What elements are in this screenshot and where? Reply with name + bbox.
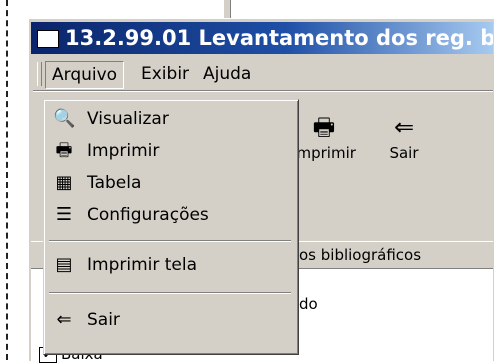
menu-item-label: Configurações [87, 205, 209, 225]
menu-exibir-label: Exibir [141, 64, 190, 84]
window-title: 13.2.99.01 Levantamento dos reg. bibl [65, 26, 493, 50]
menu-separator [49, 240, 291, 242]
menu-item-imprimir-tela[interactable]: ▤ Imprimir tela [47, 250, 293, 280]
menubar-separator [33, 90, 493, 92]
top-background-strip [28, 0, 494, 18]
menu-item-visualizar[interactable]: 🔍 Visualizar [47, 104, 293, 134]
menu-item-tabela[interactable]: ▦ Tabela [47, 168, 293, 198]
menu-ajuda-label: Ajuda [203, 64, 252, 84]
menu-arquivo-label: Arquivo [52, 65, 118, 85]
print-screen-icon: ▤ [55, 254, 73, 275]
menu-item-label: Tabela [87, 173, 142, 193]
column-header[interactable]: os bibliográficos [299, 242, 421, 268]
exit-icon: ⇐ [393, 113, 415, 141]
menu-exibir[interactable]: Exibir [135, 61, 195, 87]
menu-item-configuracoes[interactable]: ☰ Configurações [47, 200, 293, 230]
menu-ajuda[interactable]: Ajuda [197, 61, 257, 87]
menu-separator [49, 292, 291, 294]
menu-item-label: Imprimir tela [87, 255, 198, 275]
menu-arquivo[interactable]: Arquivo [45, 61, 125, 89]
printer-icon: 🖶 [312, 113, 336, 141]
toolbar-print-label: Imprimir [292, 144, 356, 162]
window-titlebar[interactable]: 13.2.99.01 Levantamento dos reg. bibl [31, 22, 493, 54]
list-cell: do [299, 295, 318, 313]
menubar-handle[interactable] [37, 62, 42, 86]
menu-item-label: Sair [87, 310, 120, 330]
dashed-border [6, 0, 8, 360]
background-window-edge [0, 0, 28, 360]
splitter-grip[interactable] [224, 0, 231, 18]
menu-item-label: Imprimir [87, 141, 160, 161]
toolbar-print-button[interactable]: 🖶 Imprimir [289, 114, 359, 162]
table-icon: ▦ [55, 172, 73, 193]
menu-bar: Arquivo Exibir Ajuda [31, 59, 493, 92]
exit-icon: ⇐ [56, 309, 72, 330]
menu-item-imprimir[interactable]: 🖶 Imprimir [47, 136, 293, 166]
menu-item-sair[interactable]: ⇐ Sair [47, 305, 293, 335]
printer-icon: 🖶 [55, 140, 73, 161]
window-icon[interactable] [37, 30, 59, 48]
preview-icon: 🔍 [53, 108, 76, 129]
toolbar-exit-button[interactable]: ⇐ Sair [369, 114, 439, 162]
printer-settings-icon: ☰ [55, 204, 73, 225]
menu-item-label: Visualizar [87, 109, 169, 129]
arquivo-dropdown-menu: 🔍 Visualizar 🖶 Imprimir ▦ Tabela ☰ Confi… [43, 99, 299, 355]
toolbar-exit-label: Sair [389, 144, 419, 162]
